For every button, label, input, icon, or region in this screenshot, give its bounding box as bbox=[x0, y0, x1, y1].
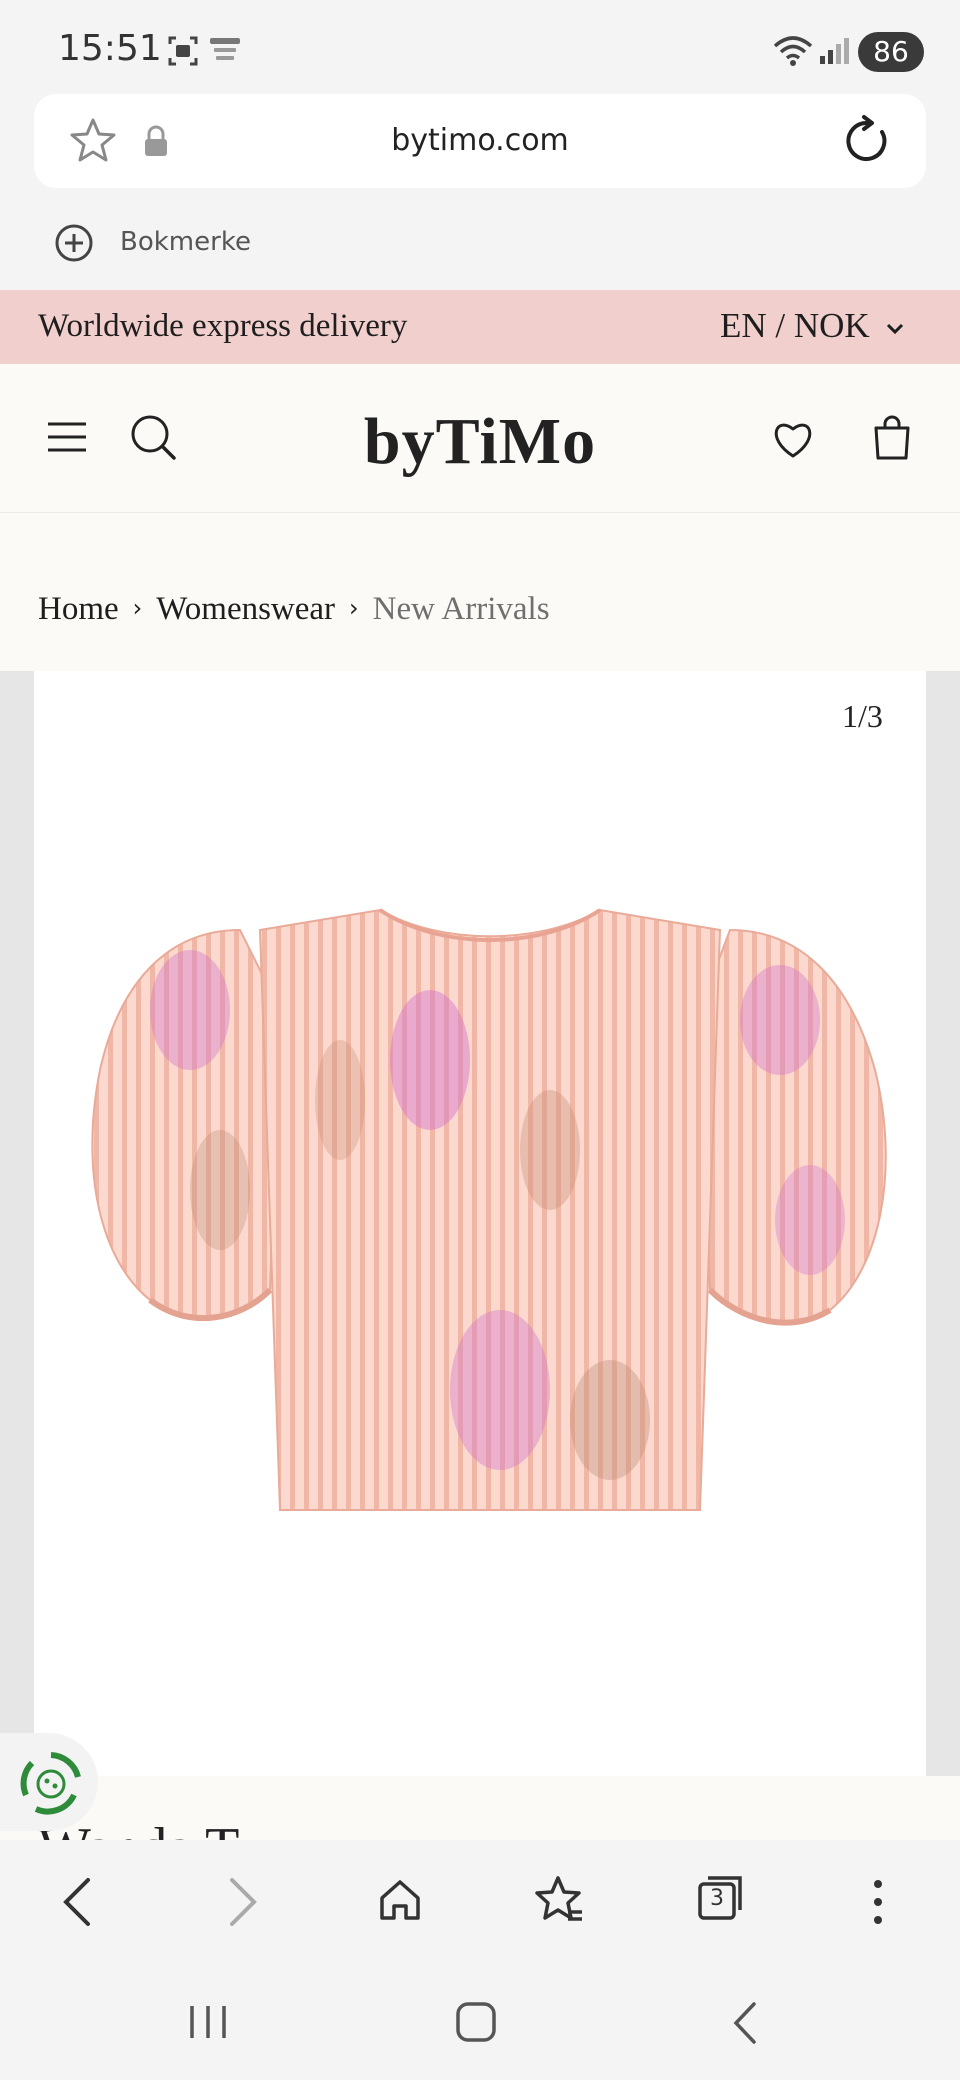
add-bookmark-row[interactable]: Bokmerke bbox=[0, 205, 960, 285]
home-button-icon[interactable] bbox=[454, 2000, 498, 2044]
breadcrumb-separator-icon: › bbox=[132, 594, 143, 622]
wifi-icon bbox=[773, 36, 813, 66]
address-bar[interactable]: bytimo.com bbox=[34, 94, 926, 188]
breadcrumb-current: New Arrivals bbox=[372, 591, 550, 627]
shopping-bag-icon[interactable] bbox=[872, 414, 912, 460]
tab-count: 3 bbox=[710, 1886, 724, 1911]
bookmark-label[interactable]: Bokmerke bbox=[120, 227, 251, 257]
more-options-icon[interactable] bbox=[868, 1876, 888, 1928]
tabs-button[interactable]: 3 bbox=[696, 1874, 744, 1922]
brand-logo[interactable]: byTiMo bbox=[0, 404, 960, 480]
recycle-icon[interactable] bbox=[16, 1749, 86, 1819]
back-arrow-icon[interactable] bbox=[58, 1876, 98, 1928]
add-circle-icon[interactable] bbox=[54, 223, 94, 263]
product-image[interactable] bbox=[80, 890, 900, 1520]
system-navigation-bar bbox=[0, 1960, 960, 2080]
star-bookmark-icon[interactable] bbox=[68, 116, 118, 166]
breadcrumb-category[interactable]: Womenswear bbox=[156, 591, 335, 627]
promo-text: Worldwide express delivery bbox=[38, 308, 408, 344]
browser-toolbar: 3 bbox=[0, 1840, 960, 1960]
home-icon[interactable] bbox=[376, 1876, 424, 1924]
status-time: 15:51 bbox=[58, 28, 162, 69]
sustainability-badge[interactable] bbox=[0, 1733, 98, 1831]
battery-indicator: 86 bbox=[858, 32, 924, 72]
forward-arrow-icon[interactable] bbox=[222, 1876, 262, 1928]
language-currency-selector[interactable]: EN / NOK bbox=[720, 306, 906, 346]
breadcrumb-separator-icon: › bbox=[349, 594, 359, 622]
screenshot-icon bbox=[168, 36, 198, 66]
signal-icon bbox=[820, 38, 849, 64]
breadcrumb-home[interactable]: Home bbox=[38, 591, 119, 627]
chevron-down-icon bbox=[887, 323, 904, 335]
wishlist-heart-icon[interactable] bbox=[771, 418, 815, 460]
bookmarks-icon[interactable] bbox=[534, 1874, 586, 1926]
breadcrumb-area: Home › Womenswear › New Arrivals bbox=[0, 513, 960, 671]
system-back-icon[interactable] bbox=[728, 2000, 762, 2046]
breadcrumb: Home › Womenswear › New Arrivals bbox=[38, 591, 550, 628]
site-header: byTiMo bbox=[0, 364, 960, 513]
promo-banner: Worldwide express delivery EN / NOK bbox=[0, 290, 960, 364]
product-info: Wanda T bbox=[0, 1776, 960, 1840]
lock-icon bbox=[145, 125, 167, 156]
status-bar: 15:51 86 bbox=[0, 0, 960, 90]
smart-life-icon bbox=[210, 38, 240, 60]
reload-icon[interactable] bbox=[840, 114, 894, 168]
image-counter: 1/3 bbox=[842, 698, 883, 734]
language-currency-label[interactable]: EN / NOK bbox=[720, 306, 870, 345]
recent-apps-icon[interactable] bbox=[186, 2004, 230, 2040]
